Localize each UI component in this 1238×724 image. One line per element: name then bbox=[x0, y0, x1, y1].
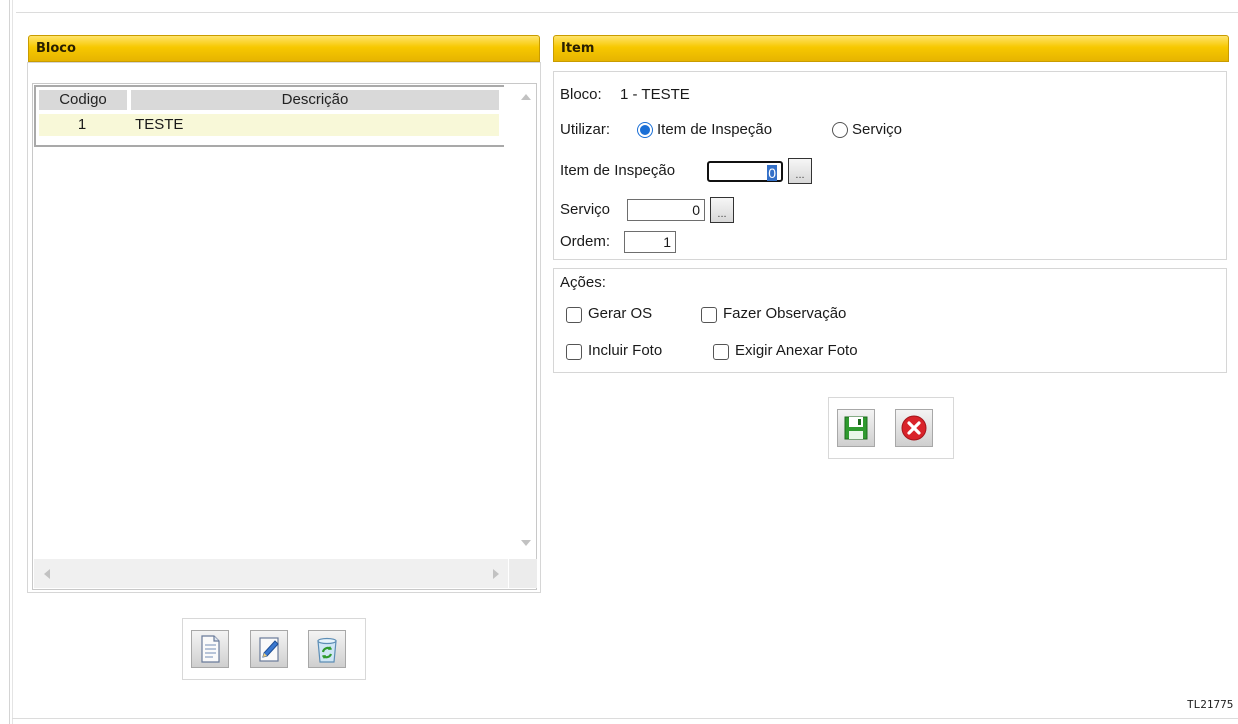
window-border-bottom bbox=[12, 718, 1238, 719]
new-button[interactable] bbox=[191, 630, 229, 668]
column-header-codigo[interactable]: Codigo bbox=[39, 90, 131, 110]
edit-icon bbox=[259, 637, 279, 662]
bloco-grid[interactable]: Codigo Descrição 1 TESTE bbox=[32, 83, 537, 590]
checkbox-exigir-anexar-foto[interactable] bbox=[713, 344, 729, 360]
ordem-label: Ordem: bbox=[560, 233, 611, 250]
screen-code: TL21775 bbox=[1187, 698, 1234, 711]
checkbox-fazer-observacao-label[interactable]: Fazer Observação bbox=[723, 305, 846, 323]
servico-value: 0 bbox=[692, 202, 700, 218]
scrollbar-corner bbox=[509, 559, 537, 588]
scroll-up-arrow-icon[interactable] bbox=[521, 94, 531, 100]
window-border-left-inner bbox=[12, 0, 13, 724]
checkbox-gerar-os-label[interactable]: Gerar OS bbox=[588, 305, 652, 323]
edit-button[interactable] bbox=[250, 630, 288, 668]
cancel-button[interactable] bbox=[895, 409, 933, 447]
new-document-icon bbox=[201, 635, 220, 663]
ordem-value: 1 bbox=[663, 234, 671, 250]
cell-codigo: 1 bbox=[77, 116, 87, 133]
scroll-right-arrow-icon[interactable] bbox=[493, 569, 499, 579]
servico-label: Serviço bbox=[560, 201, 611, 218]
bloco-value: 1 - TESTE bbox=[620, 86, 690, 103]
bloco-panel-header: Bloco bbox=[28, 35, 540, 62]
window-border-left bbox=[9, 0, 10, 724]
bloco-label: Bloco: bbox=[560, 86, 602, 103]
scroll-left-arrow-icon[interactable] bbox=[44, 569, 50, 579]
item-panel-title: Item bbox=[561, 41, 595, 56]
grid-header: Codigo Descrição bbox=[39, 90, 499, 110]
bloco-panel-title: Bloco bbox=[36, 41, 76, 56]
servico-input[interactable]: 0 bbox=[627, 199, 705, 221]
ellipsis-icon: ... bbox=[717, 208, 727, 220]
ordem-input[interactable]: 1 bbox=[624, 231, 676, 253]
checkbox-exigir-anexar-foto-label[interactable]: Exigir Anexar Foto bbox=[735, 342, 858, 360]
cancel-icon bbox=[901, 415, 927, 441]
item-toolbar bbox=[828, 397, 954, 459]
ellipsis-icon: ... bbox=[795, 169, 805, 181]
radio-servico[interactable] bbox=[832, 122, 848, 138]
table-row[interactable]: 1 TESTE bbox=[39, 114, 499, 136]
servico-lookup-button[interactable]: ... bbox=[710, 197, 734, 223]
cell-descricao: TESTE bbox=[135, 116, 184, 133]
item-inspecao-input[interactable]: 0 bbox=[707, 161, 783, 182]
checkbox-incluir-foto-label[interactable]: Incluir Foto bbox=[588, 342, 662, 360]
save-button[interactable] bbox=[837, 409, 875, 447]
vertical-scrollbar[interactable] bbox=[505, 85, 536, 559]
item-inspecao-lookup-button[interactable]: ... bbox=[788, 158, 812, 184]
acoes-label: Ações: bbox=[560, 274, 606, 291]
utilizar-label: Utilizar: bbox=[560, 121, 611, 138]
item-inspecao-label: Item de Inspeção bbox=[560, 162, 676, 179]
radio-item-inspecao-label[interactable]: Item de Inspeção bbox=[657, 121, 772, 139]
column-header-descricao[interactable]: Descrição bbox=[131, 90, 499, 110]
bloco-toolbar bbox=[182, 618, 366, 680]
radio-item-inspecao[interactable] bbox=[637, 122, 653, 138]
checkbox-fazer-observacao[interactable] bbox=[701, 307, 717, 323]
item-panel-header: Item bbox=[553, 35, 1229, 62]
horizontal-scrollbar[interactable] bbox=[34, 559, 508, 588]
recycle-bin-icon bbox=[317, 637, 337, 663]
checkbox-gerar-os[interactable] bbox=[566, 307, 582, 323]
save-icon bbox=[844, 416, 868, 440]
radio-servico-label[interactable]: Serviço bbox=[852, 121, 902, 139]
scroll-down-arrow-icon[interactable] bbox=[521, 540, 531, 546]
checkbox-incluir-foto[interactable] bbox=[566, 344, 582, 360]
window-border-top bbox=[16, 12, 1238, 13]
delete-button[interactable] bbox=[308, 630, 346, 668]
item-inspecao-value: 0 bbox=[767, 165, 777, 181]
